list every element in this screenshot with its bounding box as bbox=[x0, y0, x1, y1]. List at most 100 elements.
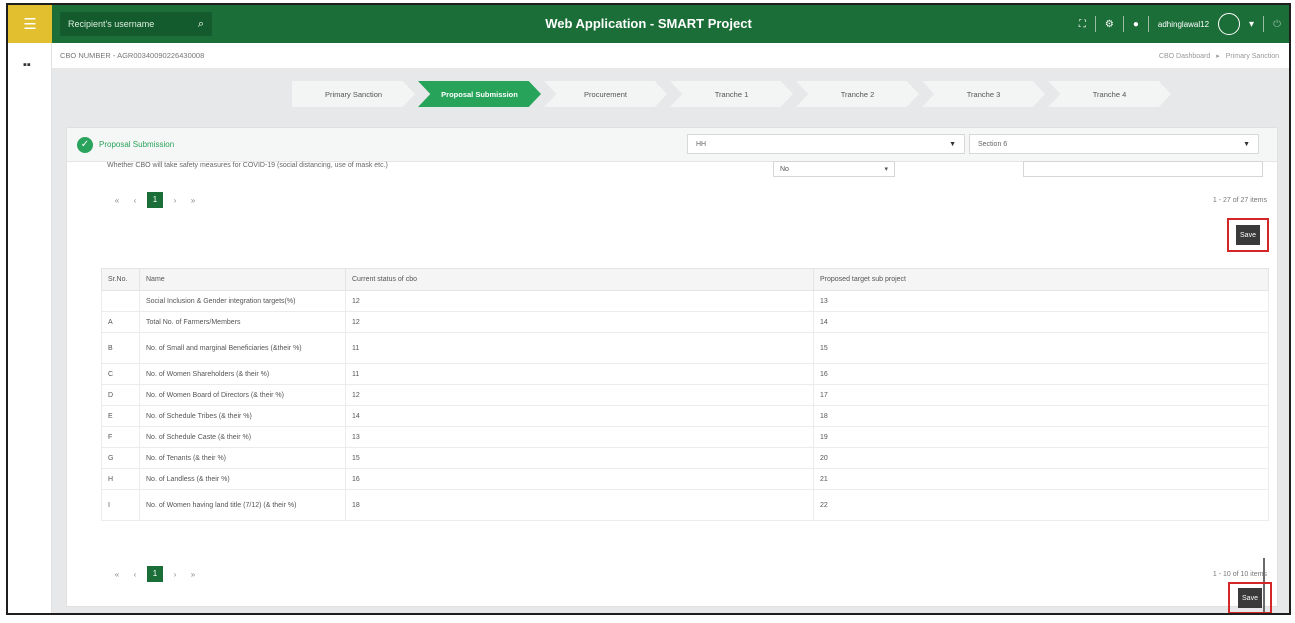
notification-icon[interactable]: ● bbox=[1133, 19, 1139, 30]
cell-current[interactable]: 16 bbox=[345, 468, 814, 490]
logout-icon[interactable]: ⏻ bbox=[1273, 19, 1281, 30]
breadcrumb-separator-icon: ▸ bbox=[1216, 52, 1220, 60]
cell-target[interactable]: 14 bbox=[813, 311, 1269, 333]
cell-srno: A bbox=[101, 311, 140, 333]
cell-current[interactable]: 12 bbox=[345, 384, 814, 406]
cell-srno bbox=[101, 290, 140, 312]
table-row: D No. of Women Board of Directors (& the… bbox=[101, 384, 1269, 406]
left-sidebar: ▪▪ bbox=[8, 43, 52, 613]
divider bbox=[1147, 16, 1149, 32]
pager-info: 1 - 27 of 27 items bbox=[1212, 197, 1267, 204]
cell-target[interactable]: 19 bbox=[813, 426, 1269, 448]
current-page[interactable]: 1 bbox=[147, 566, 163, 582]
cell-srno: E bbox=[101, 405, 140, 427]
cell-name: No. of Women having land title (7/12) (&… bbox=[139, 489, 346, 521]
remark-input[interactable] bbox=[1023, 161, 1263, 177]
cell-current[interactable]: 11 bbox=[345, 332, 814, 364]
apps-grid-icon[interactable]: ▪▪ bbox=[23, 59, 31, 71]
table-row: H No. of Landless (& their %) 16 21 bbox=[101, 468, 1269, 490]
pager-top: « ‹ 1 › » bbox=[111, 192, 199, 208]
step-tranche-1[interactable]: Tranche 1 bbox=[670, 81, 793, 107]
section-select[interactable]: Section 6 ▼ bbox=[969, 134, 1259, 154]
table-row: C No. of Women Shareholders (& their %) … bbox=[101, 363, 1269, 385]
cell-srno: H bbox=[101, 468, 140, 490]
last-page-icon[interactable]: » bbox=[187, 570, 199, 579]
prev-page-icon[interactable]: ‹ bbox=[129, 196, 141, 205]
step-proposal-submission[interactable]: Proposal Submission bbox=[418, 81, 541, 107]
check-circle-icon: ✓ bbox=[77, 137, 93, 153]
cell-target[interactable]: 17 bbox=[813, 384, 1269, 406]
last-page-icon[interactable]: » bbox=[187, 196, 199, 205]
fullscreen-icon[interactable]: ⛶ bbox=[1079, 19, 1086, 30]
settings-icon[interactable]: ⚙ bbox=[1105, 19, 1114, 30]
step-tranche-3[interactable]: Tranche 3 bbox=[922, 81, 1045, 107]
caret-down-icon: ▾ bbox=[884, 166, 888, 173]
next-page-icon[interactable]: › bbox=[169, 196, 181, 205]
menu-icon[interactable]: ☰ bbox=[8, 5, 52, 43]
cell-name: No. of Schedule Tribes (& their %) bbox=[139, 405, 346, 427]
caret-down-icon: ▼ bbox=[1243, 140, 1250, 148]
previous-question-text: Whether CBO will take safety measures fo… bbox=[107, 162, 388, 169]
cell-srno: I bbox=[101, 489, 140, 521]
app-frame: ☰ ⌕ Web Application - SMART Project ⛶ ⚙ … bbox=[6, 3, 1291, 615]
answer-select[interactable]: No ▾ bbox=[773, 161, 895, 177]
cell-target[interactable]: 18 bbox=[813, 405, 1269, 427]
next-page-icon[interactable]: › bbox=[169, 570, 181, 579]
cell-target[interactable]: 21 bbox=[813, 468, 1269, 490]
current-page[interactable]: 1 bbox=[147, 192, 163, 208]
cell-current[interactable]: 18 bbox=[345, 489, 814, 521]
cell-name: No. of Landless (& their %) bbox=[139, 468, 346, 490]
hh-select[interactable]: HH ▼ bbox=[687, 134, 965, 154]
column-header[interactable]: Proposed target sub project bbox=[813, 268, 1269, 291]
select-value: Section 6 bbox=[978, 140, 1008, 148]
table-row: F No. of Schedule Caste (& their %) 13 1… bbox=[101, 426, 1269, 448]
cell-target[interactable]: 16 bbox=[813, 363, 1269, 385]
cell-srno: D bbox=[101, 384, 140, 406]
search-box: ⌕ bbox=[60, 12, 212, 36]
breadcrumb-item[interactable]: CBO Dashboard bbox=[1159, 53, 1210, 60]
first-page-icon[interactable]: « bbox=[111, 570, 123, 579]
step-tranche-4[interactable]: Tranche 4 bbox=[1048, 81, 1171, 107]
breadcrumb-item[interactable]: Primary Sanction bbox=[1226, 53, 1279, 60]
cell-srno: F bbox=[101, 426, 140, 448]
cell-current[interactable]: 13 bbox=[345, 426, 814, 448]
search-icon[interactable]: ⌕ bbox=[198, 18, 204, 31]
step-primary-sanction[interactable]: Primary Sanction bbox=[292, 81, 415, 107]
breadcrumb: CBO Dashboard ▸ Primary Sanction bbox=[1157, 52, 1281, 60]
first-page-icon[interactable]: « bbox=[111, 196, 123, 205]
cell-srno: C bbox=[101, 363, 140, 385]
table-row: B No. of Small and marginal Beneficiarie… bbox=[101, 332, 1269, 364]
cell-name: No. of Tenants (& their %) bbox=[139, 447, 346, 469]
column-header[interactable]: Sr.No. bbox=[101, 268, 140, 291]
cell-current[interactable]: 14 bbox=[345, 405, 814, 427]
column-header[interactable]: Current status of cbo bbox=[345, 268, 814, 291]
cell-current[interactable]: 12 bbox=[345, 311, 814, 333]
step-tranche-2[interactable]: Tranche 2 bbox=[796, 81, 919, 107]
select-value: No bbox=[780, 165, 789, 173]
table-row: Social Inclusion & Gender integration ta… bbox=[101, 290, 1269, 312]
cell-name: No. of Schedule Caste (& their %) bbox=[139, 426, 346, 448]
save-button[interactable]: Save bbox=[1238, 588, 1262, 608]
cell-target[interactable]: 20 bbox=[813, 447, 1269, 469]
top-bar: ☰ ⌕ Web Application - SMART Project ⛶ ⚙ … bbox=[8, 5, 1289, 43]
panel-title: Proposal Submission bbox=[99, 140, 175, 149]
column-header[interactable]: Name bbox=[139, 268, 346, 291]
avatar[interactable] bbox=[1218, 13, 1241, 35]
cell-current[interactable]: 11 bbox=[345, 363, 814, 385]
chevron-down-icon[interactable]: ▾ bbox=[1249, 19, 1254, 30]
cell-target[interactable]: 13 bbox=[813, 290, 1269, 312]
panel-header[interactable]: ✓ Proposal Submission HH ▼ Section 6 ▼ bbox=[67, 128, 1277, 162]
table-row: G No. of Tenants (& their %) 15 20 bbox=[101, 447, 1269, 469]
search-input[interactable] bbox=[68, 19, 178, 29]
cell-current[interactable]: 12 bbox=[345, 290, 814, 312]
cell-current[interactable]: 15 bbox=[345, 447, 814, 469]
cell-target[interactable]: 15 bbox=[813, 332, 1269, 364]
step-procurement[interactable]: Procurement bbox=[544, 81, 667, 107]
user-name[interactable]: adhinglawal12 bbox=[1158, 20, 1209, 29]
save-button[interactable]: Save bbox=[1236, 225, 1260, 245]
prev-page-icon[interactable]: ‹ bbox=[129, 570, 141, 579]
save-highlight: Save bbox=[1228, 582, 1272, 613]
cell-target[interactable]: 22 bbox=[813, 489, 1269, 521]
pager-bottom: « ‹ 1 › » bbox=[111, 566, 199, 582]
pager-info: 1 - 10 of 10 items bbox=[1212, 571, 1267, 578]
